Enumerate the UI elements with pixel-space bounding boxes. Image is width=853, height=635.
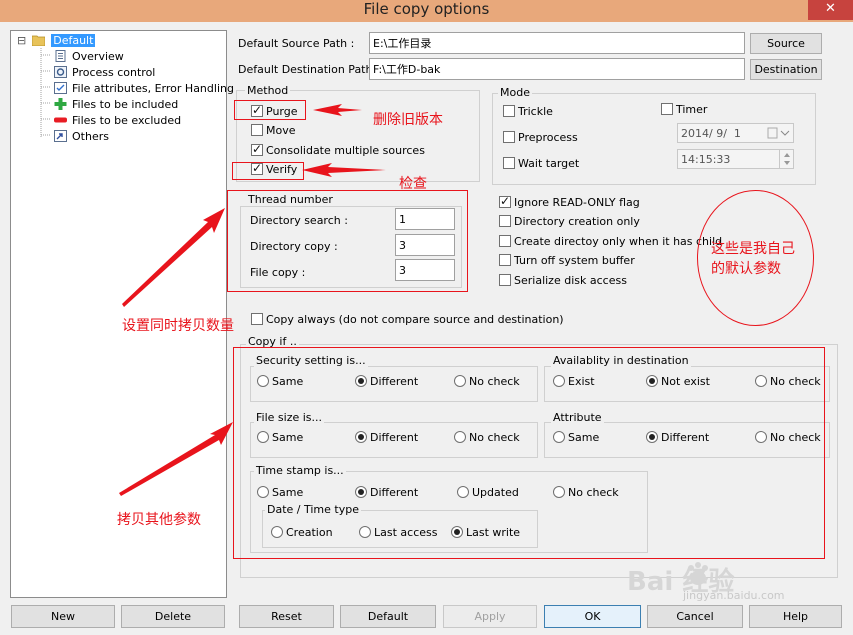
purge-arrow-icon xyxy=(313,104,362,116)
watermark-url: jingyan.baidu.com xyxy=(683,589,785,602)
verify-arrow-icon xyxy=(302,163,386,177)
copy-arrow-icon xyxy=(119,422,233,496)
paw-icon xyxy=(688,562,708,585)
annotation-arrows xyxy=(119,104,386,496)
thread-arrow-icon xyxy=(122,208,225,307)
